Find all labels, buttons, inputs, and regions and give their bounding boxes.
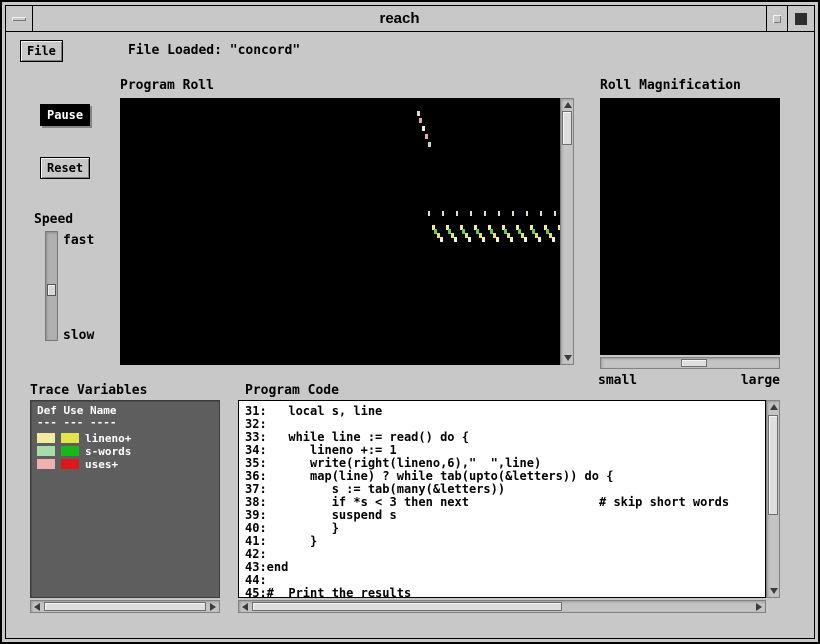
roll-mark [428, 211, 430, 216]
roll-mark [419, 118, 422, 123]
speed-slider[interactable] [45, 231, 58, 341]
scroll-up-arrow[interactable] [770, 404, 778, 410]
scrollbar-thumb[interactable] [44, 602, 206, 611]
scrollbar-thumb[interactable] [562, 111, 572, 145]
roll-mark [428, 142, 431, 147]
file-menu-button[interactable]: File [20, 40, 63, 62]
scroll-down-arrow[interactable] [564, 355, 572, 361]
window-menu-icon [12, 17, 26, 21]
program-code-vscrollbar[interactable] [766, 400, 780, 598]
titlebar[interactable]: reach [6, 6, 814, 32]
trace-variable-row[interactable]: uses+ [31, 458, 219, 471]
use-color-swatch [61, 433, 79, 443]
trace-variable-row[interactable]: s-words [31, 445, 219, 458]
minimize-icon [773, 15, 781, 23]
roll-mark [417, 111, 420, 116]
roll-mark [526, 211, 528, 216]
reset-button[interactable]: Reset [40, 157, 90, 179]
scroll-right-arrow[interactable] [210, 603, 216, 611]
roll-mark [440, 237, 443, 242]
roll-mark [512, 211, 514, 216]
scrollbar-thumb[interactable] [681, 359, 707, 367]
scroll-down-arrow[interactable] [770, 588, 778, 594]
program-code-hscrollbar[interactable] [238, 600, 766, 613]
scroll-left-arrow[interactable] [242, 603, 248, 611]
program-code-text: 31: local s, line 32: 33: while line := … [239, 401, 765, 600]
magnification-scrollbar[interactable] [600, 357, 780, 369]
maximize-button[interactable] [787, 6, 814, 31]
roll-mark [540, 211, 542, 216]
file-loaded-status: File Loaded: "concord" [128, 43, 300, 58]
large-label: large [600, 373, 780, 388]
roll-mark [510, 237, 513, 242]
window-title: reach [33, 6, 766, 31]
trace-variable-name: s-words [85, 445, 131, 458]
def-color-swatch [37, 433, 55, 443]
speed-slider-thumb[interactable] [47, 284, 56, 296]
scroll-left-arrow[interactable] [34, 603, 40, 611]
trace-variables-rows: lineno+s-wordsuses+ [31, 432, 219, 471]
roll-mark [552, 237, 555, 242]
roll-mark [454, 237, 457, 242]
roll-mark [456, 211, 458, 216]
trace-header-underline: --- --- ---- [37, 416, 116, 429]
program-roll-scrollbar[interactable] [560, 98, 574, 365]
program-roll-label: Program Roll [120, 78, 214, 93]
scrollbar-thumb[interactable] [252, 602, 562, 611]
trace-variables-scrollbar[interactable] [30, 600, 220, 613]
roll-mark [538, 237, 541, 242]
trace-variable-name: uses+ [85, 458, 118, 471]
roll-magnification-canvas [600, 98, 780, 355]
pause-button[interactable]: Pause [40, 104, 90, 126]
roll-mark [422, 126, 425, 131]
scroll-up-arrow[interactable] [564, 102, 572, 108]
slow-label: slow [63, 328, 94, 343]
use-color-swatch [61, 446, 79, 456]
roll-mark [498, 211, 500, 216]
program-code-label: Program Code [245, 383, 339, 398]
use-color-swatch [61, 459, 79, 469]
trace-variables-label: Trace Variables [30, 383, 147, 398]
fast-label: fast [63, 233, 94, 248]
def-color-swatch [37, 446, 55, 456]
def-color-swatch [37, 459, 55, 469]
minimize-button[interactable] [766, 6, 787, 31]
program-code-area[interactable]: 31: local s, line 32: 33: while line := … [238, 400, 766, 598]
roll-mark [496, 237, 499, 242]
trace-variables-header: Def Use Name--- --- ---- [31, 401, 219, 429]
scrollbar-thumb[interactable] [768, 415, 778, 515]
roll-mark [482, 237, 485, 242]
window-menu-button[interactable] [6, 6, 33, 31]
trace-variable-row[interactable]: lineno+ [31, 432, 219, 445]
maximize-icon [795, 13, 807, 25]
program-roll-canvas [120, 98, 560, 365]
trace-variable-name: lineno+ [85, 432, 131, 445]
roll-magnification-label: Roll Magnification [600, 78, 741, 93]
speed-label: Speed [34, 212, 73, 227]
scroll-right-arrow[interactable] [756, 603, 762, 611]
roll-mark [484, 211, 486, 216]
roll-mark [470, 211, 472, 216]
roll-mark [442, 211, 444, 216]
trace-variables-panel: Def Use Name--- --- ---- lineno+s-wordsu… [30, 400, 220, 598]
roll-mark [468, 237, 471, 242]
roll-mark [425, 134, 428, 139]
roll-mark [554, 211, 556, 216]
roll-mark [524, 237, 527, 242]
